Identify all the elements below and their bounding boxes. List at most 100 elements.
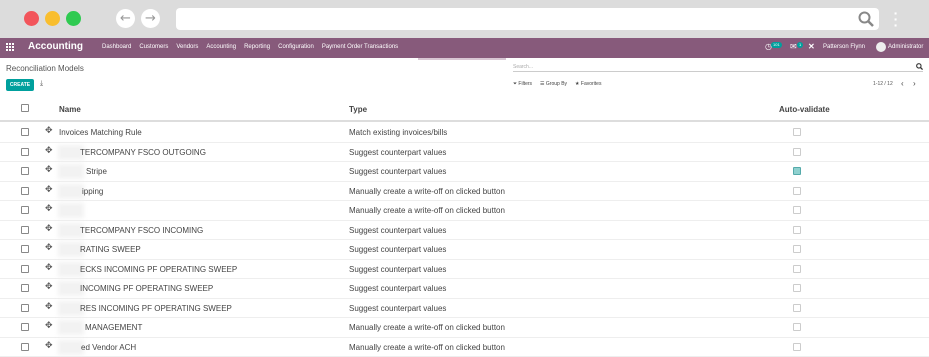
group-by-button[interactable]: ☰ Group By [540,81,567,87]
row-checkbox[interactable] [21,167,29,175]
download-icon[interactable]: ⤓ [40,80,43,88]
column-name-header[interactable]: Name [59,105,81,114]
drag-handle-icon[interactable]: ✥ [45,341,53,351]
column-auto-validate-header[interactable]: Auto-validate [779,105,830,114]
table-row[interactable]: ✥ TERCOMPANY FSCO INCOMING Suggest counter… [0,221,929,240]
back-arrow-icon[interactable]: ← [116,9,135,28]
close-icon[interactable]: ✕ [808,42,815,51]
pager-value[interactable]: 1-12 / 12 [873,81,893,87]
search-icon[interactable] [858,11,874,27]
auto-validate-checkbox [793,128,801,136]
company-switcher[interactable]: Patterson Flynn [823,44,865,50]
minimize-window-dot[interactable] [45,11,60,26]
filters-label: Filters [518,81,533,87]
drag-handle-icon[interactable]: ✥ [45,165,53,175]
messages-icon[interactable]: ✉ [790,42,797,51]
menu-accounting[interactable]: Accounting [206,44,236,50]
avatar[interactable] [876,42,886,52]
row-checkbox[interactable] [21,225,29,234]
menu-dashboard[interactable]: Dashboard [102,44,131,50]
auto-validate-checkbox [793,303,801,312]
row-checkbox[interactable] [21,323,29,331]
row-checkbox[interactable] [21,147,29,156]
auto-validate-checkbox [793,186,801,195]
app-name[interactable]: Accounting [28,41,83,52]
menu-configuration[interactable]: Configuration [278,44,314,50]
row-checkbox[interactable] [21,186,29,195]
table-body: ✥ Invoices Matching Rule Match existing in… [0,123,929,357]
row-checkbox[interactable] [21,342,29,351]
cell-type: Suggest counterpart values [349,245,447,254]
auto-validate-checkbox [793,323,801,331]
drag-handle-icon[interactable]: ✥ [45,321,53,331]
filters-button[interactable]: ⏷ Filters [513,81,532,87]
auto-validate-checkbox [793,206,801,214]
forward-arrow-icon[interactable]: → [141,9,160,28]
drag-handle-icon[interactable]: ✥ [45,126,53,136]
search-input[interactable]: Search... [513,61,923,72]
browser-chrome: ← → · · · [0,0,929,38]
drag-handle-icon[interactable]: ✥ [45,224,53,234]
select-all-checkbox[interactable] [21,104,29,112]
close-window-dot[interactable] [24,11,39,26]
user-menu[interactable]: Administrator [888,44,923,50]
drag-handle-icon[interactable]: ✥ [45,146,53,156]
auto-validate-checkbox [793,284,801,292]
menu-vendors[interactable]: Vendors [176,44,198,50]
redacted-area [58,164,84,179]
cell-type: Suggest counterpart values [349,167,447,176]
table-row[interactable]: ✥ MANAGEMENT Manually create a write-off o… [0,318,929,338]
table-row[interactable]: ✥ ipping Manually create a write-off on cl… [0,182,929,201]
row-checkbox[interactable] [21,128,29,136]
table-row[interactable]: ✥ TERCOMPANY FSCO OUTGOING Suggest counter… [0,143,929,162]
table-row[interactable]: ✥ Stripe Suggest counterpart values [0,162,929,182]
kebab-menu-icon[interactable]: · · · [892,6,900,32]
filter-icon: ⏷ [513,81,518,87]
row-checkbox[interactable] [21,245,29,253]
menu-reporting[interactable]: Reporting [244,44,270,50]
table-row[interactable]: ✥ ed Vendor ACH Manually create a write-of… [0,338,929,357]
next-page-icon[interactable]: › [913,79,916,88]
drag-handle-icon[interactable]: ✥ [45,243,53,253]
apps-grid-icon[interactable] [6,43,14,51]
previous-page-icon[interactable]: ‹ [901,79,904,88]
drag-handle-icon[interactable]: ✥ [45,185,53,195]
cell-name: INCOMING PF OPERATING SWEEP [80,284,214,293]
cell-name: TERCOMPANY FSCO OUTGOING [80,147,206,157]
create-button[interactable]: CREATE [6,79,34,91]
redacted-area [58,203,84,218]
cell-name: MANAGEMENT [85,323,143,332]
cell-type: Suggest counterpart values [349,303,447,313]
group-icon: ☰ [540,81,545,87]
cell-type: Suggest counterpart values [349,147,447,157]
row-checkbox[interactable] [21,303,29,312]
search-icon[interactable] [916,63,923,70]
search-placeholder: Search... [513,64,534,70]
search-options: ⏷ Filters ☰ Group By ★ Favorites [513,81,601,87]
menu-payment-order-transactions[interactable]: Payment Order Transactions [322,44,398,50]
maximize-window-dot[interactable] [66,11,81,26]
table-row[interactable]: ✥ ECKS INCOMING PF OPERATING SWEEP Suggest… [0,260,929,279]
menu-customers[interactable]: Customers [139,44,168,50]
cell-type: Manually create a write-off on clicked b… [349,186,505,196]
row-checkbox[interactable] [21,284,29,292]
row-checkbox[interactable] [21,206,29,214]
drag-handle-icon[interactable]: ✥ [45,302,53,312]
cell-name: ipping [82,186,104,196]
table-row[interactable]: ✥ Manually create a write-off on clicked … [0,201,929,221]
address-bar[interactable] [176,8,879,30]
drag-handle-icon[interactable]: ✥ [45,204,53,214]
table-row[interactable]: ✥ RATING SWEEP Suggest counterpart values [0,240,929,260]
row-checkbox[interactable] [21,264,29,273]
cell-name: TERCOMPANY FSCO INCOMING [80,225,204,235]
auto-validate-checkbox [793,264,801,273]
activity-badge: 101 [771,42,782,48]
table-row[interactable]: ✥ INCOMING PF OPERATING SWEEP Suggest coun… [0,279,929,299]
favorites-button[interactable]: ★ Favorites [575,81,601,87]
drag-handle-icon[interactable]: ✥ [45,263,53,273]
cell-name: RATING SWEEP [80,245,141,254]
table-row[interactable]: ✥ RES INCOMING PF OPERATING SWEEP Suggest … [0,299,929,318]
table-row[interactable]: ✥ Invoices Matching Rule Match existing in… [0,123,929,143]
drag-handle-icon[interactable]: ✥ [45,282,53,292]
column-type-header[interactable]: Type [349,105,367,114]
